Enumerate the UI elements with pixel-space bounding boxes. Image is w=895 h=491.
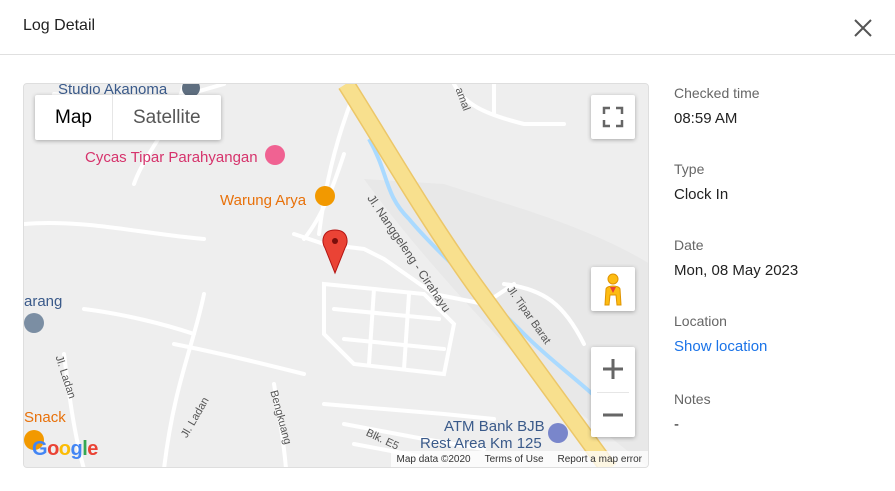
zoom-out-button[interactable] — [591, 393, 635, 437]
fullscreen-icon — [602, 106, 624, 128]
notes-field: Notes - — [674, 391, 711, 433]
type-value: Clock In — [674, 186, 729, 203]
map-data-attribution[interactable]: Map data ©2020 — [397, 454, 471, 465]
map-type-control: Map Satellite — [35, 95, 221, 140]
checked-time-value: 08:59 AM — [674, 110, 738, 127]
poi-snack-label[interactable]: Snack — [24, 409, 66, 426]
date-field: Date Mon, 08 May 2023 — [674, 237, 798, 279]
poi-warung-label[interactable]: Warung Arya — [220, 192, 306, 209]
type-field: Type Clock In — [674, 161, 728, 203]
zoom-in-button[interactable] — [591, 347, 635, 391]
dialog-header: Log Detail — [0, 0, 895, 55]
checked-time-label: Checked time — [674, 85, 760, 101]
dialog-title: Log Detail — [23, 17, 96, 34]
poi-cycas-label[interactable]: Cycas Tipar Parahyangan — [85, 149, 258, 166]
close-icon[interactable] — [852, 17, 874, 39]
poi-atm-label-2[interactable]: Rest Area Km 125 — [420, 435, 542, 452]
type-label: Type — [674, 161, 705, 177]
map-attribution-bar: Map data ©2020 Terms of Use Report a map… — [390, 451, 648, 467]
checked-time-field: Checked time 08:59 AM — [674, 85, 760, 127]
plus-icon — [603, 359, 623, 379]
map-type-map-button[interactable]: Map — [35, 95, 112, 140]
street-view-pegman-button[interactable] — [591, 267, 635, 311]
notes-value: - — [674, 416, 679, 433]
minus-icon — [603, 413, 623, 417]
report-map-error-link[interactable]: Report a map error — [558, 454, 642, 465]
terms-of-use-link[interactable]: Terms of Use — [485, 454, 544, 465]
notes-label: Notes — [674, 391, 711, 407]
google-logo[interactable]: Google — [32, 438, 98, 461]
fullscreen-button[interactable] — [591, 95, 635, 139]
pegman-icon — [604, 273, 622, 306]
map-view[interactable]: Studio Akanoma Cycas Tipar Parahyangan W… — [23, 83, 649, 468]
poi-arang-label[interactable]: arang — [24, 293, 62, 310]
map-type-satellite-button[interactable]: Satellite — [111, 95, 221, 140]
map-roads — [24, 84, 648, 467]
date-value: Mon, 08 May 2023 — [674, 262, 799, 279]
show-location-link[interactable]: Show location — [674, 338, 767, 355]
location-field: Location Show location — [674, 313, 767, 355]
zoom-control — [591, 347, 635, 437]
location-label: Location — [674, 313, 727, 329]
poi-atm-label-1[interactable]: ATM Bank BJB — [444, 418, 545, 435]
date-label: Date — [674, 237, 704, 253]
